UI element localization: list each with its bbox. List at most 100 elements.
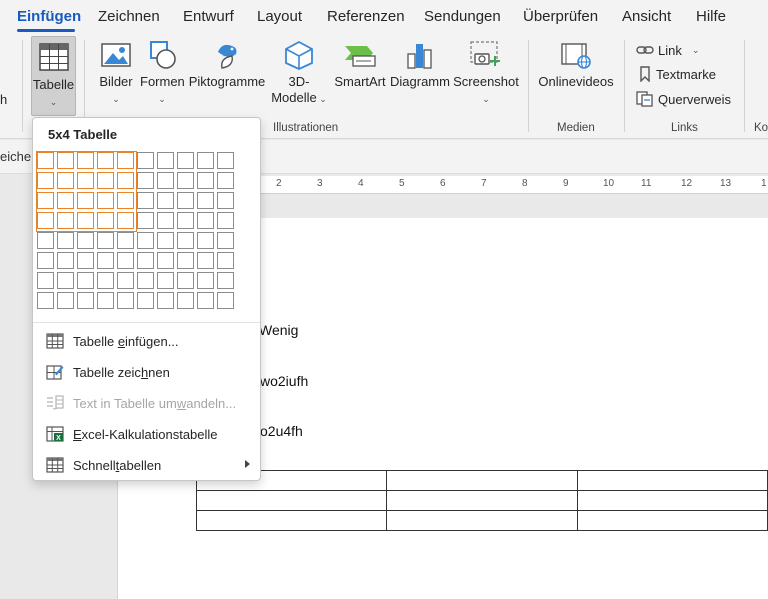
grid-cell[interactable] [97,272,114,289]
tab-design[interactable]: Entwurf [183,8,234,25]
grid-cell[interactable] [217,152,234,169]
grid-cell[interactable] [177,252,194,269]
grid-cell[interactable] [197,252,214,269]
table-cell[interactable] [195,510,388,531]
grid-cell[interactable] [217,272,234,289]
table-cell[interactable] [576,510,768,531]
grid-cell-selected[interactable] [57,172,74,189]
document-text-line[interactable]: Wenig [259,322,298,338]
draw-table-item[interactable]: Tabelle zeichnen [33,358,260,386]
grid-cell-selected[interactable] [97,192,114,209]
grid-cell[interactable] [137,272,154,289]
grid-cell[interactable] [97,252,114,269]
grid-cell[interactable] [57,272,74,289]
grid-cell[interactable] [137,232,154,249]
grid-cell[interactable] [97,232,114,249]
grid-cell[interactable] [157,272,174,289]
grid-cell[interactable] [217,172,234,189]
grid-cell-selected[interactable] [57,152,74,169]
grid-cell[interactable] [117,292,134,309]
grid-cell-selected[interactable] [117,192,134,209]
grid-cell[interactable] [137,212,154,229]
grid-cell-selected[interactable] [77,212,94,229]
table-button[interactable]: Tabelle ⌄ [31,36,76,116]
link-button[interactable]: Link ⌄ [636,40,699,60]
grid-cell[interactable] [197,172,214,189]
grid-cell[interactable] [177,272,194,289]
grid-cell[interactable] [177,292,194,309]
cross-reference-button[interactable]: Querverweis [636,89,731,109]
grid-cell-selected[interactable] [57,192,74,209]
grid-cell-selected[interactable] [97,212,114,229]
3d-models-button[interactable]: 3D- Modelle ⌄ [268,40,330,107]
grid-cell-selected[interactable] [37,152,54,169]
tab-mailings[interactable]: Sendungen [424,8,501,25]
online-videos-button[interactable]: Onlinevideos [536,40,616,90]
grid-cell[interactable] [77,272,94,289]
grid-cell[interactable] [177,232,194,249]
grid-cell[interactable] [217,212,234,229]
grid-cell-selected[interactable] [117,212,134,229]
chart-button[interactable]: Diagramm [389,40,451,90]
grid-cell-selected[interactable] [77,192,94,209]
tab-layout[interactable]: Layout [257,8,302,25]
grid-cell-selected[interactable] [37,172,54,189]
table-cell[interactable] [576,470,768,491]
grid-cell[interactable] [157,252,174,269]
horizontal-ruler[interactable]: 2 3 4 5 6 7 8 9 10 11 12 13 1 [258,176,768,194]
grid-cell[interactable] [197,212,214,229]
grid-cell-selected[interactable] [117,152,134,169]
document-text-line[interactable]: o2u4fh [260,423,303,439]
grid-cell[interactable] [177,152,194,169]
shapes-button[interactable]: Formen ⌄ [140,40,185,107]
grid-cell[interactable] [37,272,54,289]
grid-cell[interactable] [197,272,214,289]
grid-cell[interactable] [157,292,174,309]
grid-cell[interactable] [157,212,174,229]
grid-cell[interactable] [217,192,234,209]
tab-draw[interactable]: Zeichnen [98,8,160,25]
tab-review[interactable]: Überprüfen [523,8,598,25]
grid-cell[interactable] [137,192,154,209]
pictures-button[interactable]: Bilder ⌄ [96,40,136,107]
grid-cell[interactable] [177,192,194,209]
tab-view[interactable]: Ansicht [622,8,671,25]
table-cell[interactable] [386,510,578,531]
grid-cell-selected[interactable] [77,172,94,189]
grid-cell[interactable] [157,232,174,249]
grid-cell[interactable] [197,152,214,169]
grid-cell[interactable] [77,252,94,269]
grid-cell-selected[interactable] [117,172,134,189]
grid-cell[interactable] [197,232,214,249]
grid-cell[interactable] [57,232,74,249]
table-cell[interactable] [386,490,578,511]
grid-cell-selected[interactable] [77,152,94,169]
table-cell[interactable] [386,470,578,491]
excel-spreadsheet-item[interactable]: X Excel-Kalkulationstabelle [33,420,260,448]
grid-cell[interactable] [177,172,194,189]
grid-cell-selected[interactable] [37,212,54,229]
grid-cell[interactable] [157,172,174,189]
grid-cell-selected[interactable] [97,172,114,189]
grid-cell[interactable] [157,192,174,209]
bookmark-button[interactable]: Textmarke [638,64,716,84]
grid-cell[interactable] [117,272,134,289]
grid-cell[interactable] [137,252,154,269]
tab-references[interactable]: Referenzen [327,8,405,25]
grid-cell-selected[interactable] [97,152,114,169]
grid-cell[interactable] [197,192,214,209]
grid-cell[interactable] [217,252,234,269]
grid-cell-selected[interactable] [37,192,54,209]
table-cell[interactable] [195,490,388,511]
insert-table-item[interactable]: Tabelle einfügen... [33,327,260,355]
grid-cell[interactable] [117,252,134,269]
smartart-button[interactable]: SmartArt [331,40,389,90]
table-cell[interactable] [576,490,768,511]
grid-cell[interactable] [37,232,54,249]
tab-help[interactable]: Hilfe [696,8,726,25]
grid-cell[interactable] [77,292,94,309]
document-text-line[interactable]: wo2iufh [260,373,308,389]
quick-tables-item[interactable]: Schnelltabellen [33,451,260,479]
grid-cell[interactable] [177,212,194,229]
grid-cell[interactable] [137,292,154,309]
